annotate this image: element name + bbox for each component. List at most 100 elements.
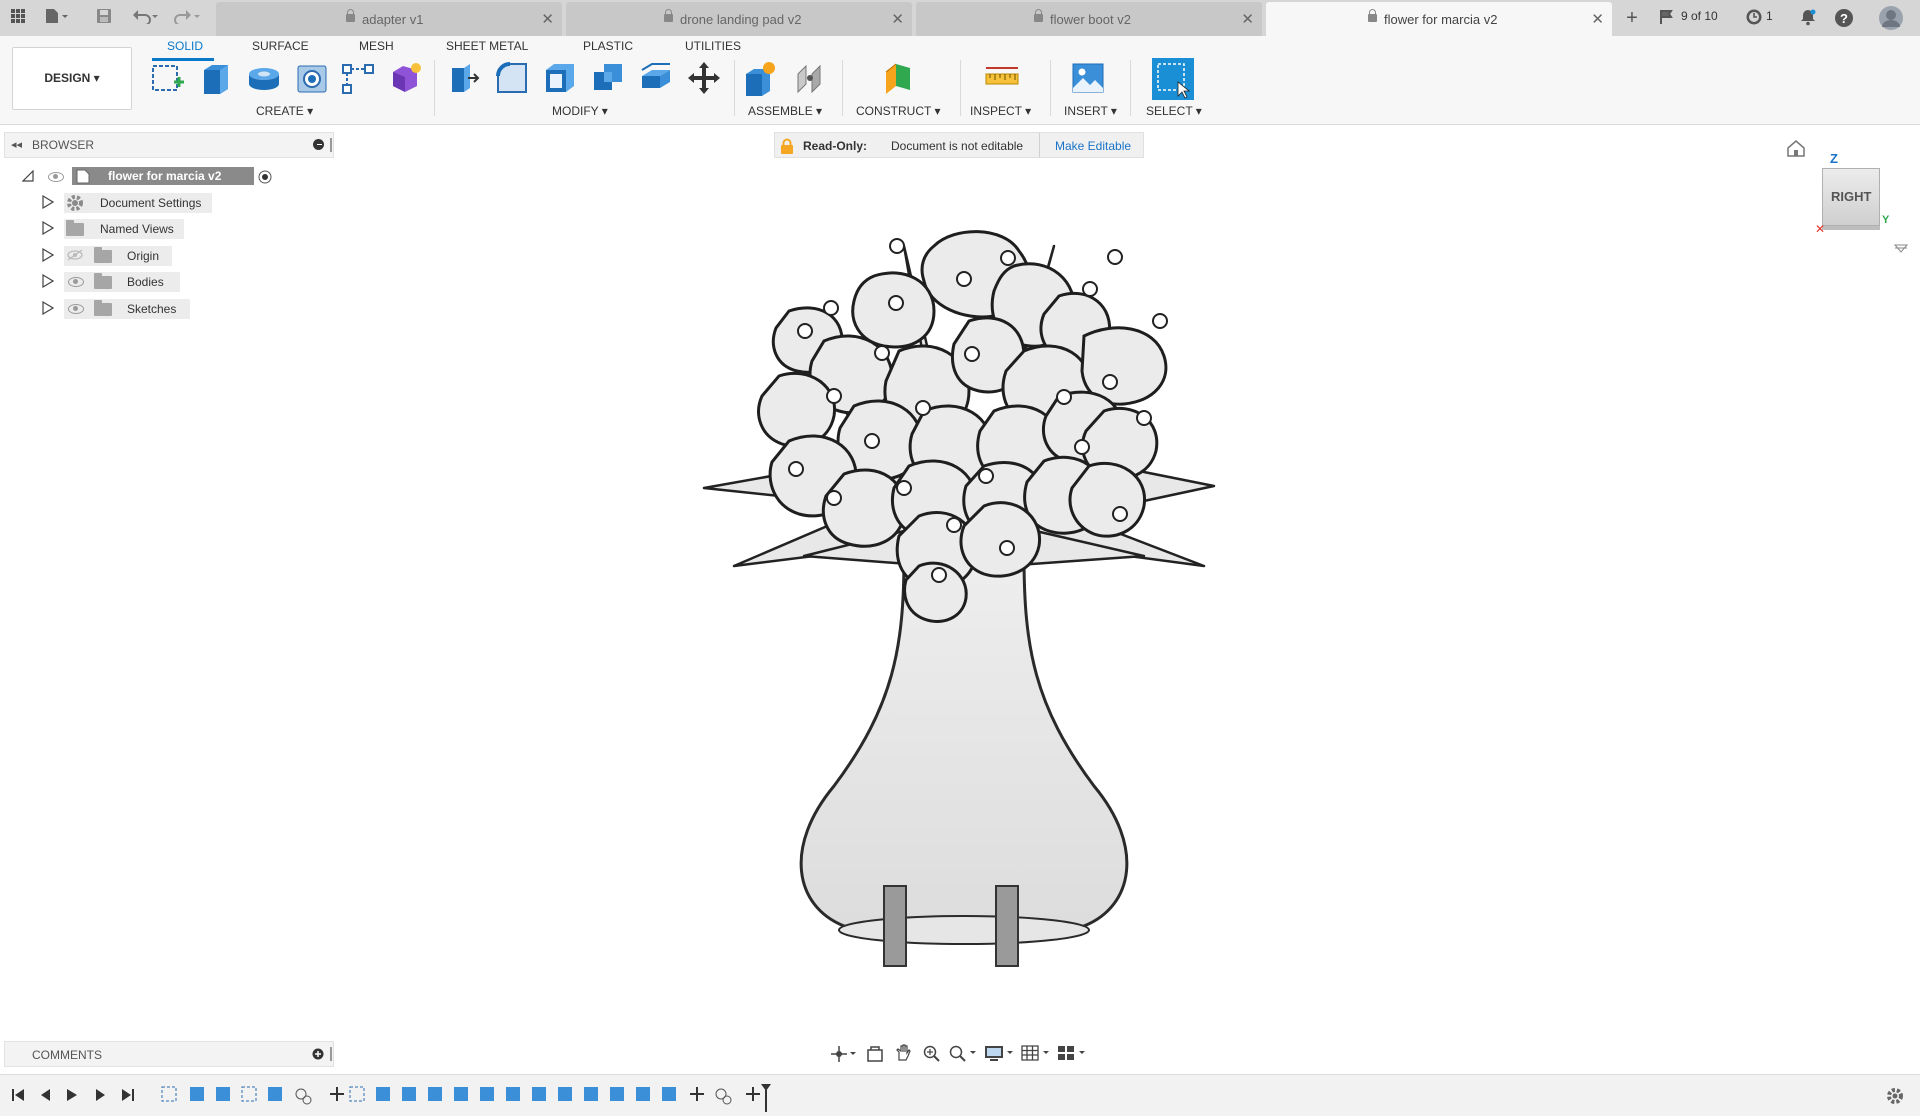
panel-grip[interactable] bbox=[330, 1047, 332, 1061]
grid-settings-icon[interactable] bbox=[1020, 1044, 1052, 1062]
play-icon[interactable] bbox=[64, 1087, 80, 1103]
select-menu[interactable]: SELECT ▾ bbox=[1146, 104, 1202, 118]
undo-icon[interactable] bbox=[132, 8, 158, 28]
job-count[interactable]: 1 bbox=[1766, 9, 1773, 23]
vase-body[interactable] bbox=[799, 554, 1129, 944]
create-sketch-icon[interactable] bbox=[150, 60, 186, 96]
construct-menu[interactable]: CONSTRUCT ▾ bbox=[856, 104, 940, 118]
view-cube-options-icon[interactable] bbox=[1893, 242, 1909, 253]
go-to-start-icon[interactable] bbox=[10, 1087, 26, 1103]
browser-item-bodies[interactable]: Bodies bbox=[42, 271, 222, 293]
tab-adapter-v1[interactable]: adapter v1 ✕ bbox=[216, 2, 562, 36]
make-editable-link[interactable]: Make Editable bbox=[1055, 139, 1131, 153]
look-at-icon[interactable] bbox=[866, 1045, 884, 1063]
help-icon[interactable]: ? bbox=[1834, 8, 1854, 28]
add-comment-icon[interactable] bbox=[312, 1048, 324, 1060]
browser-item-document-settings[interactable]: Document Settings bbox=[42, 192, 222, 214]
expand-triangle-icon[interactable] bbox=[42, 221, 54, 235]
joint-icon[interactable] bbox=[792, 60, 828, 96]
visibility-eye-icon[interactable] bbox=[68, 277, 84, 287]
create-menu[interactable]: CREATE ▾ bbox=[256, 104, 313, 118]
measure-icon[interactable] bbox=[984, 60, 1020, 96]
pan-icon[interactable] bbox=[894, 1044, 912, 1062]
collapse-panel-icon[interactable]: ◂◂ bbox=[11, 138, 22, 151]
tab-solid[interactable]: SOLID bbox=[167, 39, 203, 53]
combine-icon[interactable] bbox=[590, 60, 626, 96]
workspace-switcher[interactable]: DESIGN ▾ bbox=[12, 47, 132, 110]
close-icon[interactable]: ✕ bbox=[541, 10, 554, 28]
view-cube-face[interactable]: RIGHT bbox=[1822, 168, 1880, 226]
activate-radio-icon[interactable] bbox=[258, 170, 272, 184]
new-tab-icon[interactable]: + bbox=[1622, 8, 1642, 28]
tab-plastic[interactable]: PLASTIC bbox=[583, 39, 633, 53]
visibility-eye-icon[interactable] bbox=[48, 172, 64, 182]
tab-flower-for-marcia-v2[interactable]: flower for marcia v2 ✕ bbox=[1266, 2, 1612, 36]
extrude-icon[interactable] bbox=[198, 60, 234, 96]
panel-grip[interactable] bbox=[330, 138, 332, 152]
viewports-icon[interactable] bbox=[1056, 1044, 1088, 1062]
hole-icon[interactable] bbox=[294, 60, 330, 96]
tulip-blooms[interactable] bbox=[757, 230, 1168, 623]
timeline-settings-gear-icon[interactable] bbox=[1886, 1087, 1904, 1105]
hidden-eye-icon[interactable] bbox=[66, 249, 84, 261]
browser-item-sketches[interactable]: Sketches bbox=[42, 298, 222, 320]
redo-icon[interactable] bbox=[174, 8, 200, 28]
tab-sheet-metal[interactable]: SHEET METAL bbox=[446, 39, 528, 53]
close-icon[interactable]: ✕ bbox=[1591, 10, 1604, 28]
version-count[interactable]: 9 of 10 bbox=[1681, 9, 1718, 23]
version-flag-icon[interactable] bbox=[1658, 8, 1678, 28]
shell-icon[interactable] bbox=[542, 60, 578, 96]
tab-utilities[interactable]: UTILITIES bbox=[685, 39, 741, 53]
expand-triangle-icon[interactable] bbox=[42, 274, 54, 288]
expand-triangle-icon[interactable] bbox=[42, 195, 54, 209]
browser-item-origin[interactable]: Origin bbox=[42, 245, 222, 267]
expanded-triangle-icon[interactable] bbox=[22, 170, 34, 182]
modify-menu[interactable]: MODIFY ▾ bbox=[552, 104, 608, 118]
notification-bell-icon[interactable] bbox=[1798, 8, 1818, 28]
fit-zoom-icon[interactable] bbox=[948, 1044, 978, 1062]
assemble-menu[interactable]: ASSEMBLE ▾ bbox=[748, 104, 822, 118]
create-form-icon[interactable] bbox=[388, 60, 424, 96]
tab-mesh[interactable]: MESH bbox=[359, 39, 394, 53]
move-copy-icon[interactable] bbox=[686, 60, 722, 96]
fillet-icon[interactable] bbox=[494, 60, 530, 96]
tab-surface[interactable]: SURFACE bbox=[252, 39, 309, 53]
step-forward-icon[interactable] bbox=[92, 1087, 108, 1103]
offset-plane-icon[interactable] bbox=[880, 60, 916, 96]
insert-menu[interactable]: INSERT ▾ bbox=[1064, 104, 1117, 118]
close-icon[interactable]: ✕ bbox=[1241, 10, 1254, 28]
avatar[interactable] bbox=[1878, 5, 1904, 31]
new-component-icon[interactable] bbox=[742, 60, 778, 96]
tab-flower-boot-v2[interactable]: flower boot v2 ✕ bbox=[916, 2, 1262, 36]
zoom-icon[interactable] bbox=[922, 1044, 940, 1062]
press-pull-icon[interactable] bbox=[446, 60, 482, 96]
go-to-end-icon[interactable] bbox=[120, 1087, 136, 1103]
model-viewport-geometry[interactable] bbox=[694, 226, 1230, 970]
save-icon[interactable] bbox=[94, 8, 114, 28]
tab-drone-landing-pad-v2[interactable]: drone landing pad v2 ✕ bbox=[566, 2, 912, 36]
view-cube[interactable]: Z RIGHT Y ✕ bbox=[1812, 150, 1912, 240]
file-menu-icon[interactable] bbox=[44, 8, 68, 28]
stand-leg-right[interactable] bbox=[995, 885, 1019, 967]
stand-leg-left[interactable] bbox=[883, 885, 907, 967]
visibility-eye-icon[interactable] bbox=[68, 304, 84, 314]
pattern-icon[interactable] bbox=[340, 60, 376, 96]
home-view-icon[interactable] bbox=[1786, 138, 1806, 158]
step-back-icon[interactable] bbox=[38, 1087, 54, 1103]
comments-panel[interactable]: COMMENTS bbox=[4, 1041, 334, 1067]
timeline-marker[interactable] bbox=[760, 1083, 772, 1113]
inspect-menu[interactable]: INSPECT ▾ bbox=[970, 104, 1031, 118]
insert-image-icon[interactable] bbox=[1070, 60, 1106, 96]
offset-faces-icon[interactable] bbox=[638, 60, 674, 96]
orbit-icon[interactable] bbox=[830, 1045, 858, 1063]
browser-panel-header[interactable]: ◂◂ BROWSER bbox=[4, 132, 334, 158]
browser-item-named-views[interactable]: Named Views bbox=[42, 218, 222, 240]
job-status-icon[interactable] bbox=[1744, 8, 1764, 28]
select-tool-icon[interactable] bbox=[1152, 58, 1194, 100]
close-icon[interactable]: ✕ bbox=[891, 10, 904, 28]
expand-triangle-icon[interactable] bbox=[42, 248, 54, 262]
app-grid-icon[interactable] bbox=[8, 8, 28, 28]
expand-triangle-icon[interactable] bbox=[42, 301, 54, 315]
revolve-icon[interactable] bbox=[246, 60, 282, 96]
display-settings-icon[interactable] bbox=[984, 1044, 1016, 1062]
